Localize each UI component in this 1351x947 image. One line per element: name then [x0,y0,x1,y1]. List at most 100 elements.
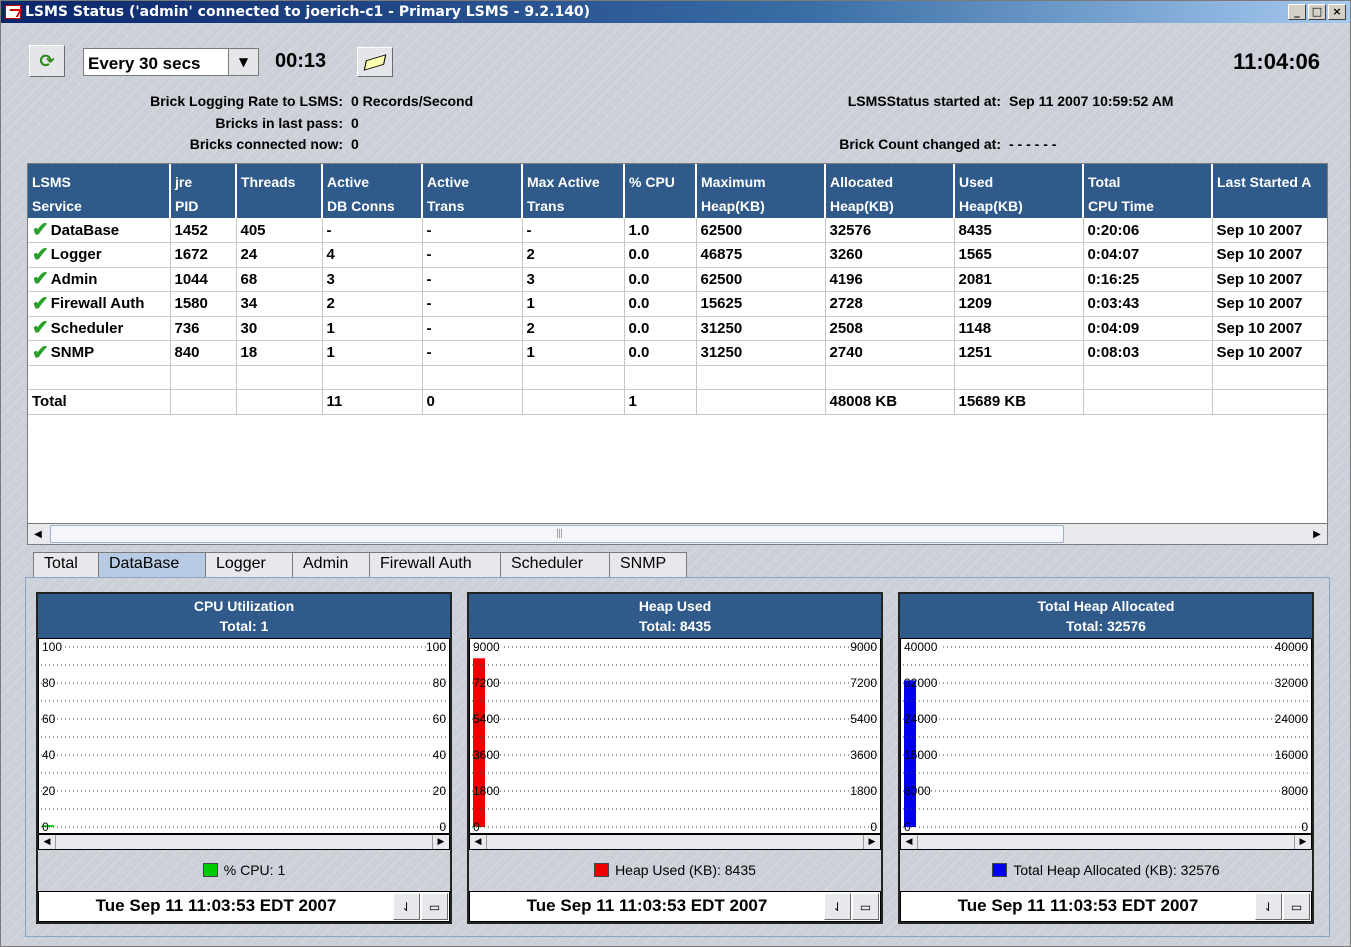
column-header[interactable]: Allocated Heap(KB) [825,164,955,218]
chevron-down-icon[interactable]: ▼ [228,49,258,75]
table-cell: 46875 [696,242,826,268]
scroll-left-icon[interactable]: ◀ [39,835,55,849]
chart-step-icon[interactable]: ⇃ [824,893,851,920]
scroll-right-icon[interactable]: ▶ [433,835,449,849]
table-cell: 0:04:09 [1083,316,1213,341]
scroll-right-icon[interactable]: ▶ [864,835,880,849]
tab-logger[interactable]: Logger [205,552,293,578]
tab-database[interactable]: DataBase [98,552,206,578]
scroll-left-icon[interactable]: ◀ [470,835,486,849]
column-header[interactable]: % CPU [624,164,697,218]
table-cell: - [422,340,523,366]
column-header[interactable]: Maximum Heap(KB) [696,164,826,218]
table-row[interactable]: ✔ DataBase 1452 405- - -1.0 62500 32576 8435 0:20… [28,218,1327,243]
services-table[interactable]: LSMS Service jre PID Threads Active DB Conns Ac… [27,163,1328,545]
legend-label: Heap Used (KB): 8435 [615,862,756,878]
table-cell: ✔ DataBase [28,218,171,243]
scroll-left-icon[interactable]: ◀ [28,524,48,544]
refresh-interval-select[interactable]: Every 30 secs ▼ [83,48,259,76]
empty-row [28,365,1327,390]
close-button[interactable]: × [1328,4,1346,20]
tab-snmp[interactable]: SNMP [609,552,687,578]
service-name: Logger [50,246,102,264]
column-header[interactable]: jre PID [170,164,237,218]
table-cell: 0.0 [624,291,697,317]
scroll-track[interactable] [917,835,1295,849]
green-check-icon: ✔ [32,243,49,266]
table-row[interactable]: ✔ SNMP 840 18 1-1 0.0 31250 2740 1251 0:08:03 Sep … [28,340,1327,366]
column-header-line2: DB Conns [327,198,395,214]
column-header[interactable]: Total CPU Time [1083,164,1213,218]
column-header-line1: % CPU [629,174,675,190]
y-tick-label-right: 8000 [1281,784,1308,798]
total-cell [696,389,826,415]
y-tick-label-right: 1800 [850,784,877,798]
table-horizontal-scrollbar[interactable]: ◀ ||| ▶ [27,523,1328,545]
column-header[interactable]: Last Started A [1212,164,1327,218]
maximize-button[interactable]: □ [1308,4,1326,20]
tab-firewall-auth[interactable]: Firewall Auth [369,552,501,578]
tab-total[interactable]: Total [33,552,99,578]
table-row[interactable]: ✔ Logger 1672 24 4-2 0.0 46875 3260 1565 0:04:07 S… [28,242,1327,268]
tab-admin[interactable]: Admin [292,552,370,578]
column-header[interactable]: Active DB Conns [322,164,423,218]
column-header[interactable]: Used Heap(KB) [954,164,1084,218]
table-row[interactable]: ✔ Scheduler 736 30 1-2 0.0 31250 2508 1148 0:04:0… [28,316,1327,341]
scroll-track[interactable] [486,835,864,849]
table-cell: 4 [322,242,423,268]
chart-window-icon[interactable]: ▭ [421,893,448,920]
table-cell [1083,365,1213,390]
table-cell: - [422,267,523,292]
column-header-line2: Heap(KB) [830,198,894,214]
chart-scrollbar[interactable]: ◀ ▶ [469,834,881,850]
title-bar[interactable]: LSMS Status ('admin' connected to joeric… [1,1,1350,23]
table-cell: - [422,291,523,317]
y-tick-label-right: 40 [433,748,447,762]
column-header-line1: LSMS [32,174,71,190]
clear-button[interactable] [357,47,393,77]
chart-window-icon[interactable]: ▭ [852,893,879,920]
minimize-button[interactable]: _ [1288,4,1306,20]
tab-scheduler[interactable]: Scheduler [500,552,610,578]
scroll-thumb[interactable]: ||| [50,525,1064,543]
table-row[interactable]: ✔ Admin 1044 68 3-3 0.0 62500 4196 2081 0:16:25 Se… [28,267,1327,292]
logging-rate-label: Brick Logging Rate to LSMS: [150,93,343,109]
y-tick-label-right: 9000 [850,640,877,654]
y-tick-label-left: 3600 [473,748,500,762]
table-cell [322,365,423,390]
chart-scrollbar[interactable]: ◀ ▶ [900,834,1312,850]
table-cell: 1148 [954,316,1084,341]
table-cell [170,365,237,390]
refresh-countdown: 00:13 [275,50,327,72]
chart-step-icon[interactable]: ⇃ [393,893,420,920]
chart-date-row: Tue Sep 11 11:03:53 EDT 2007 ⇃ ▭ [900,891,1312,922]
scroll-right-icon[interactable]: ▶ [1307,524,1327,544]
table-cell: 34 [236,291,323,317]
chart-step-icon[interactable]: ⇃ [1255,893,1282,920]
chart-date-row: Tue Sep 11 11:03:53 EDT 2007 ⇃ ▭ [38,891,450,922]
column-header[interactable]: Threads [236,164,323,218]
y-tick-label-right: 20 [433,784,447,798]
scroll-right-icon[interactable]: ▶ [1295,835,1311,849]
y-tick-label-left: 40 [42,748,56,762]
chart-window-icon[interactable]: ▭ [1283,893,1310,920]
table-cell: 3260 [825,242,955,268]
refresh-button[interactable]: ⟳ [29,45,65,77]
scroll-track[interactable] [55,835,433,849]
column-header[interactable]: Max Active Trans [522,164,625,218]
total-row[interactable]: Total 11 0 1 48008 KB 15689 KB [28,389,1327,415]
chart-heap-used: Heap Used Total: 8435 0 0 1800 1800 3600 3600 54… [467,592,883,924]
table-cell [522,365,625,390]
scroll-left-icon[interactable]: ◀ [901,835,917,849]
column-header[interactable]: LSMS Service [28,164,171,218]
scroll-track[interactable]: ||| [48,524,1307,544]
toolbar: ⟳ Every 30 secs ▼ 00:13 11:04:06 [1,44,1350,80]
last-pass-value: 0 [351,115,359,131]
column-header-line2: PID [175,198,199,214]
column-header-line1: Allocated [830,174,894,190]
table-cell: 2 [322,291,423,317]
chart-scrollbar[interactable]: ◀ ▶ [38,834,450,850]
table-row[interactable]: ✔ Firewall Auth 1580 34 2-1 0.0 15625 2728 1209 0… [28,291,1327,317]
column-header[interactable]: Active Trans [422,164,523,218]
column-header-line2: Trans [527,198,565,214]
